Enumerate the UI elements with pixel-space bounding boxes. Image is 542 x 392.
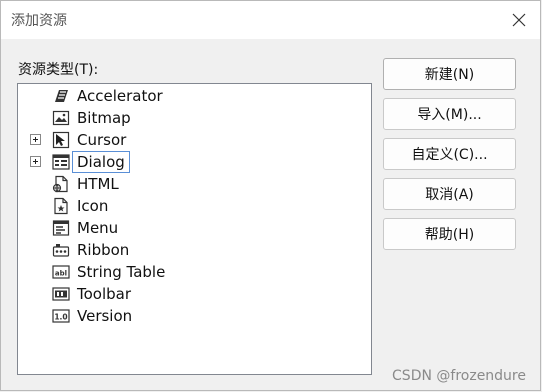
tree-item-bitmap[interactable]: Bitmap [18,107,358,129]
tree-item-label: Toolbar [77,285,132,303]
resource-type-tree[interactable]: Accelerator Bitmap Cursor Dialog HTML Ic… [17,83,372,375]
bitmap-icon [52,109,70,127]
svg-text:1.0: 1.0 [54,313,67,322]
tree-item-html[interactable]: HTML [18,173,358,195]
tree-item-label: String Table [77,263,166,281]
tree-item-toolbar[interactable]: Toolbar [18,283,358,305]
tree-item-label: Menu [77,219,119,237]
custom-button[interactable]: 自定义(C)... [383,138,516,170]
tree-item-label: Accelerator [77,87,163,105]
icon-file-icon [52,197,70,215]
accelerator-icon [52,87,70,105]
tree-item-label: Ribbon [77,241,130,259]
title-bar: 添加资源 [1,1,540,39]
toolbar-icon [52,285,70,303]
tree-item-menu[interactable]: Menu [18,217,358,239]
tree-item-cursor[interactable]: Cursor [18,129,358,151]
import-button[interactable]: 导入(M)... [383,98,516,130]
dialog-icon [52,153,70,171]
resource-type-label: 资源类型(T): [18,62,99,78]
tree-item-label: HTML [77,175,119,193]
tree-item-accelerator[interactable]: Accelerator [18,85,358,107]
tree-item-label: Bitmap [77,109,131,127]
tree-item-string-table[interactable]: abl String Table [18,261,358,283]
close-button[interactable] [504,5,534,35]
menu-icon [52,219,70,237]
html-file-icon [52,175,70,193]
add-resource-dialog: 添加资源 资源类型(T): Accelerator Bitmap Cursor … [0,0,541,391]
tree-item-label: Version [77,307,133,325]
tree-item-ribbon[interactable]: Ribbon [18,239,358,261]
tree-item-icon[interactable]: Icon [18,195,358,217]
expand-toggle[interactable] [30,134,41,145]
tree-item-dialog[interactable]: Dialog [18,151,358,173]
tree-item-label: Cursor [77,131,127,149]
tree-item-version[interactable]: 1.0 Version [18,305,358,327]
tree-item-label: Icon [77,197,109,215]
tree-item-label: Dialog [72,151,130,173]
close-icon [512,13,526,27]
new-button[interactable]: 新建(N) [383,58,516,90]
expand-toggle[interactable] [30,156,41,167]
cancel-button[interactable]: 取消(A) [383,178,516,210]
cursor-icon [52,131,70,149]
svg-text:abl: abl [55,270,67,278]
help-button[interactable]: 帮助(H) [383,218,516,250]
window-title: 添加资源 [11,13,67,29]
watermark-text: CSDN @frozendure [392,368,526,384]
ribbon-icon [52,241,70,259]
string-table-icon: abl [52,263,70,281]
version-icon: 1.0 [52,307,70,325]
